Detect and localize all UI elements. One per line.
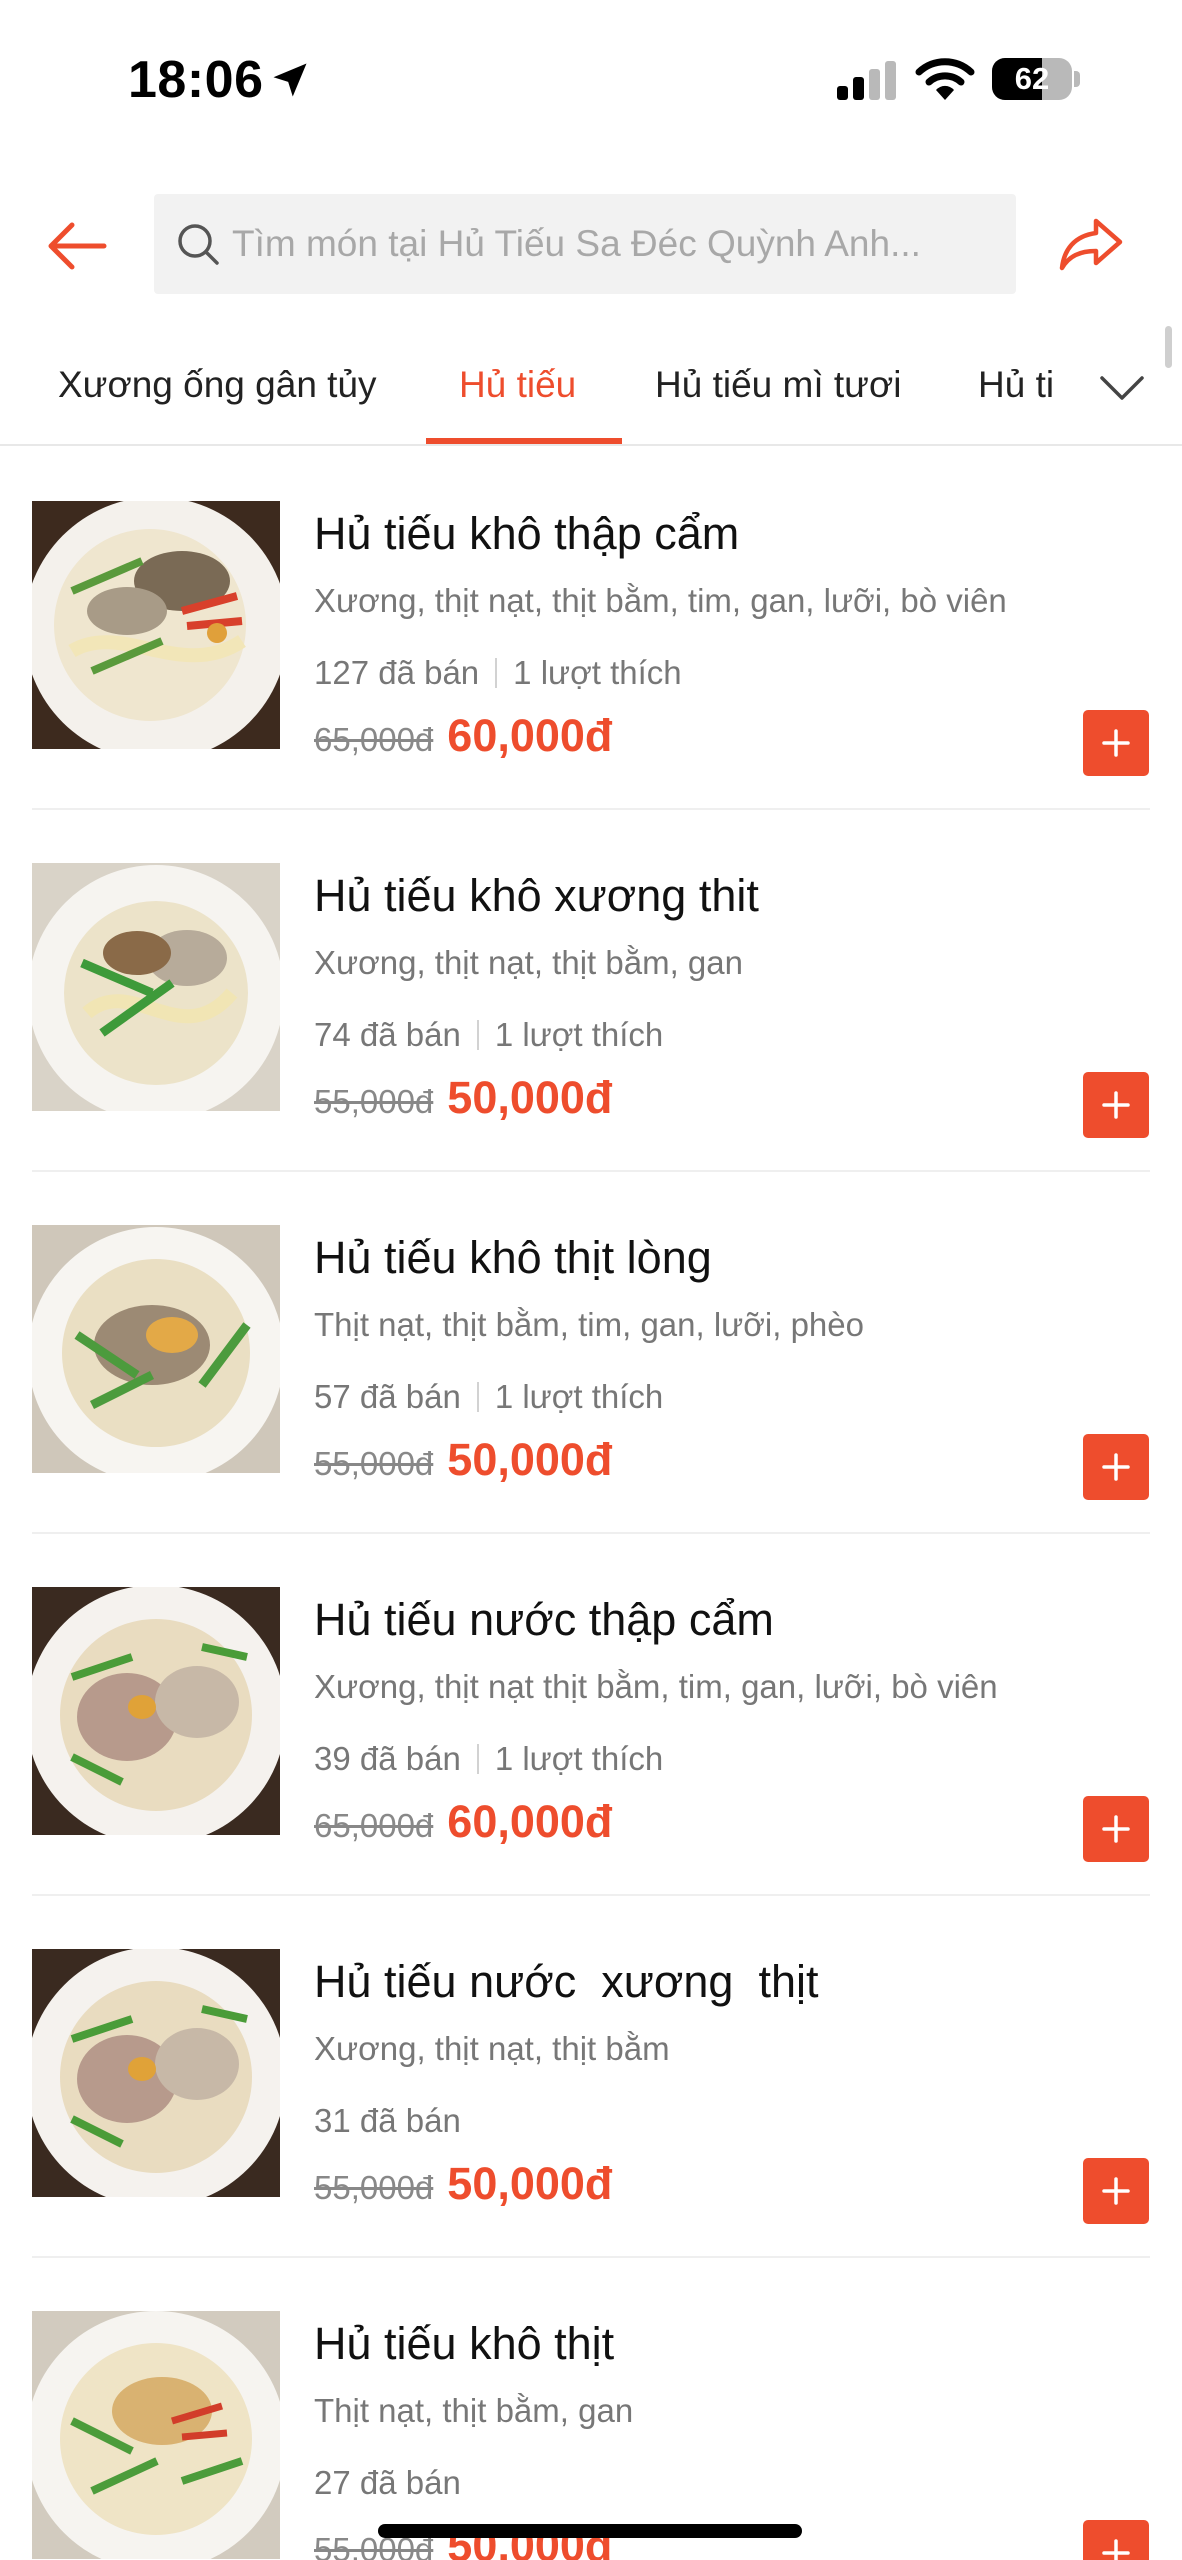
add-to-cart-button[interactable] (1083, 2520, 1149, 2560)
original-price: 55,000đ (314, 1445, 434, 1482)
plus-icon (1102, 1815, 1130, 1843)
sale-price: 60,000đ (447, 710, 613, 761)
item-description: Thịt nạt, thịt bằm, gan (314, 2392, 634, 2429)
food-thumbnail (32, 501, 280, 749)
food-thumbnail (32, 1225, 280, 1473)
sold-count: 39 đã bán (314, 1740, 461, 1777)
item-stats: 74 đã bán 1 lượt thích (314, 1016, 663, 1054)
sold-count: 57 đã bán (314, 1378, 461, 1415)
sold-count: 27 đã bán (314, 2464, 461, 2501)
item-stats: 57 đã bán 1 lượt thích (314, 1378, 663, 1416)
tab-hu-tieu[interactable]: Hủ tiếu (459, 330, 576, 446)
menu-list: Hủ tiếu khô thập cẩm Xương, thịt nạt, th… (0, 448, 1182, 2560)
plus-icon (1102, 2539, 1130, 2560)
expand-categories-button[interactable] (1094, 360, 1150, 416)
sale-price: 60,000đ (447, 1796, 613, 1847)
share-forward-icon (1059, 218, 1123, 271)
original-price: 65,000đ (314, 1807, 434, 1844)
status-time: 18:06 (128, 51, 264, 109)
menu-item[interactable]: Hủ tiếu khô xương thit Xương, thịt nạt, … (0, 810, 1182, 1172)
original-price: 55,000đ (314, 2169, 434, 2206)
price-row: 55,000đ 50,000đ (314, 1434, 612, 1486)
item-name: Hủ tiếu nước thập cẩm (314, 1594, 774, 1645)
add-to-cart-button[interactable] (1083, 1796, 1149, 1862)
plus-icon (1102, 1091, 1130, 1119)
sale-price: 50,000đ (447, 1434, 613, 1485)
add-to-cart-button[interactable] (1083, 1434, 1149, 1500)
sold-count: 127 đã bán (314, 654, 480, 691)
chevron-down-icon (1100, 376, 1144, 400)
search-icon (178, 224, 219, 265)
item-name: Hủ tiếu khô thập cẩm (314, 508, 740, 559)
plus-icon (1102, 1453, 1130, 1481)
item-description: Thịt nạt, thịt bằm, tim, gan, lưỡi, phèo (314, 1306, 864, 1343)
add-to-cart-button[interactable] (1083, 1072, 1149, 1138)
add-to-cart-button[interactable] (1083, 710, 1149, 776)
stat-separator (476, 1382, 479, 1412)
stat-separator (476, 1744, 479, 1774)
search-bar[interactable] (154, 194, 1016, 294)
sold-count: 74 đã bán (314, 1016, 461, 1053)
active-tab-underline (426, 438, 622, 444)
item-name: Hủ tiếu khô xương thit (314, 870, 759, 921)
item-name: Hủ tiếu khô thịt (314, 2318, 615, 2369)
menu-item[interactable]: Hủ tiếu nước xương thịt Xương, thịt nạt,… (0, 1896, 1182, 2258)
menu-item[interactable]: Hủ tiếu nước thập cẩm Xương, thịt nạt th… (0, 1534, 1182, 1896)
price-row: 65,000đ 60,000đ (314, 710, 612, 762)
category-tabs: Xương ống gân tủy Hủ tiếu Hủ tiếu mì tươ… (0, 330, 1182, 446)
food-thumbnail (32, 1949, 280, 2197)
location-arrow-icon (273, 63, 307, 97)
menu-item[interactable]: Hủ tiếu khô thịt Thịt nạt, thịt bằm, gan… (0, 2258, 1182, 2560)
menu-item[interactable]: Hủ tiếu khô thịt lòng Thịt nạt, thịt bằm… (0, 1172, 1182, 1534)
tab-hu-tieu-mi-tuoi[interactable]: Hủ tiếu mì tươi (655, 330, 901, 446)
item-description: Xương, thịt nạt thịt bằm, tim, gan, lưỡi… (314, 1668, 998, 1705)
like-count: 1 lượt thích (494, 1740, 664, 1777)
search-header (0, 190, 1182, 300)
stat-separator (476, 1020, 479, 1050)
tab-hu-tieu-more[interactable]: Hủ ti (978, 330, 1054, 446)
item-stats: 127 đã bán 1 lượt thích (314, 654, 682, 692)
sale-price: 50,000đ (447, 2158, 613, 2209)
battery-indicator: 62 (992, 58, 1080, 100)
original-price: 65,000đ (314, 721, 434, 758)
price-row: 55,000đ 50,000đ (314, 2158, 612, 2210)
home-indicator[interactable] (378, 2524, 802, 2538)
price-row: 55,000đ 50,000đ (314, 1072, 612, 1124)
sale-price: 50,000đ (447, 1072, 613, 1123)
price-row: 65,000đ 60,000đ (314, 1796, 612, 1848)
wifi-icon (915, 58, 975, 100)
item-stats: 39 đã bán 1 lượt thích (314, 1740, 663, 1778)
like-count: 1 lượt thích (494, 1016, 664, 1053)
original-price: 55,000đ (314, 1083, 434, 1120)
item-description: Xương, thịt nạt, thịt bằm (314, 2030, 670, 2067)
item-stats: 31 đã bán (314, 2102, 461, 2140)
scroll-indicator[interactable] (1165, 326, 1172, 368)
item-name: Hủ tiếu nước xương thịt (314, 1956, 819, 2007)
plus-icon (1102, 729, 1130, 757)
cellular-signal-icon (837, 61, 896, 100)
item-name: Hủ tiếu khô thịt lòng (314, 1232, 712, 1283)
sold-count: 31 đã bán (314, 2102, 461, 2139)
add-to-cart-button[interactable] (1083, 2158, 1149, 2224)
item-description: Xương, thịt nạt, thịt bằm, gan (314, 944, 743, 981)
tab-xuong-ong-gan-tuy[interactable]: Xương ống gân tủy (58, 330, 377, 446)
arrow-left-icon (48, 222, 107, 270)
stat-separator (495, 658, 498, 688)
plus-icon (1102, 2177, 1130, 2205)
food-thumbnail (32, 1587, 280, 1835)
food-thumbnail (32, 2311, 280, 2559)
status-bar: 18:06 62 (0, 0, 1182, 150)
back-button[interactable] (42, 216, 112, 276)
food-thumbnail (32, 863, 280, 1111)
item-stats: 27 đã bán (314, 2464, 461, 2502)
item-description: Xương, thịt nạt, thịt bằm, tim, gan, lưỡ… (314, 582, 1007, 619)
battery-percent: 62 (1014, 61, 1050, 96)
menu-item[interactable]: Hủ tiếu khô thập cẩm Xương, thịt nạt, th… (0, 448, 1182, 810)
like-count: 1 lượt thích (513, 654, 682, 691)
search-input[interactable] (220, 223, 1016, 265)
share-button[interactable] (1056, 212, 1126, 276)
like-count: 1 lượt thích (494, 1378, 664, 1415)
menu-page: 18:06 62 Tìm món tại Hủ Tiếu Sa Đéc Quỳn… (0, 0, 1182, 2560)
